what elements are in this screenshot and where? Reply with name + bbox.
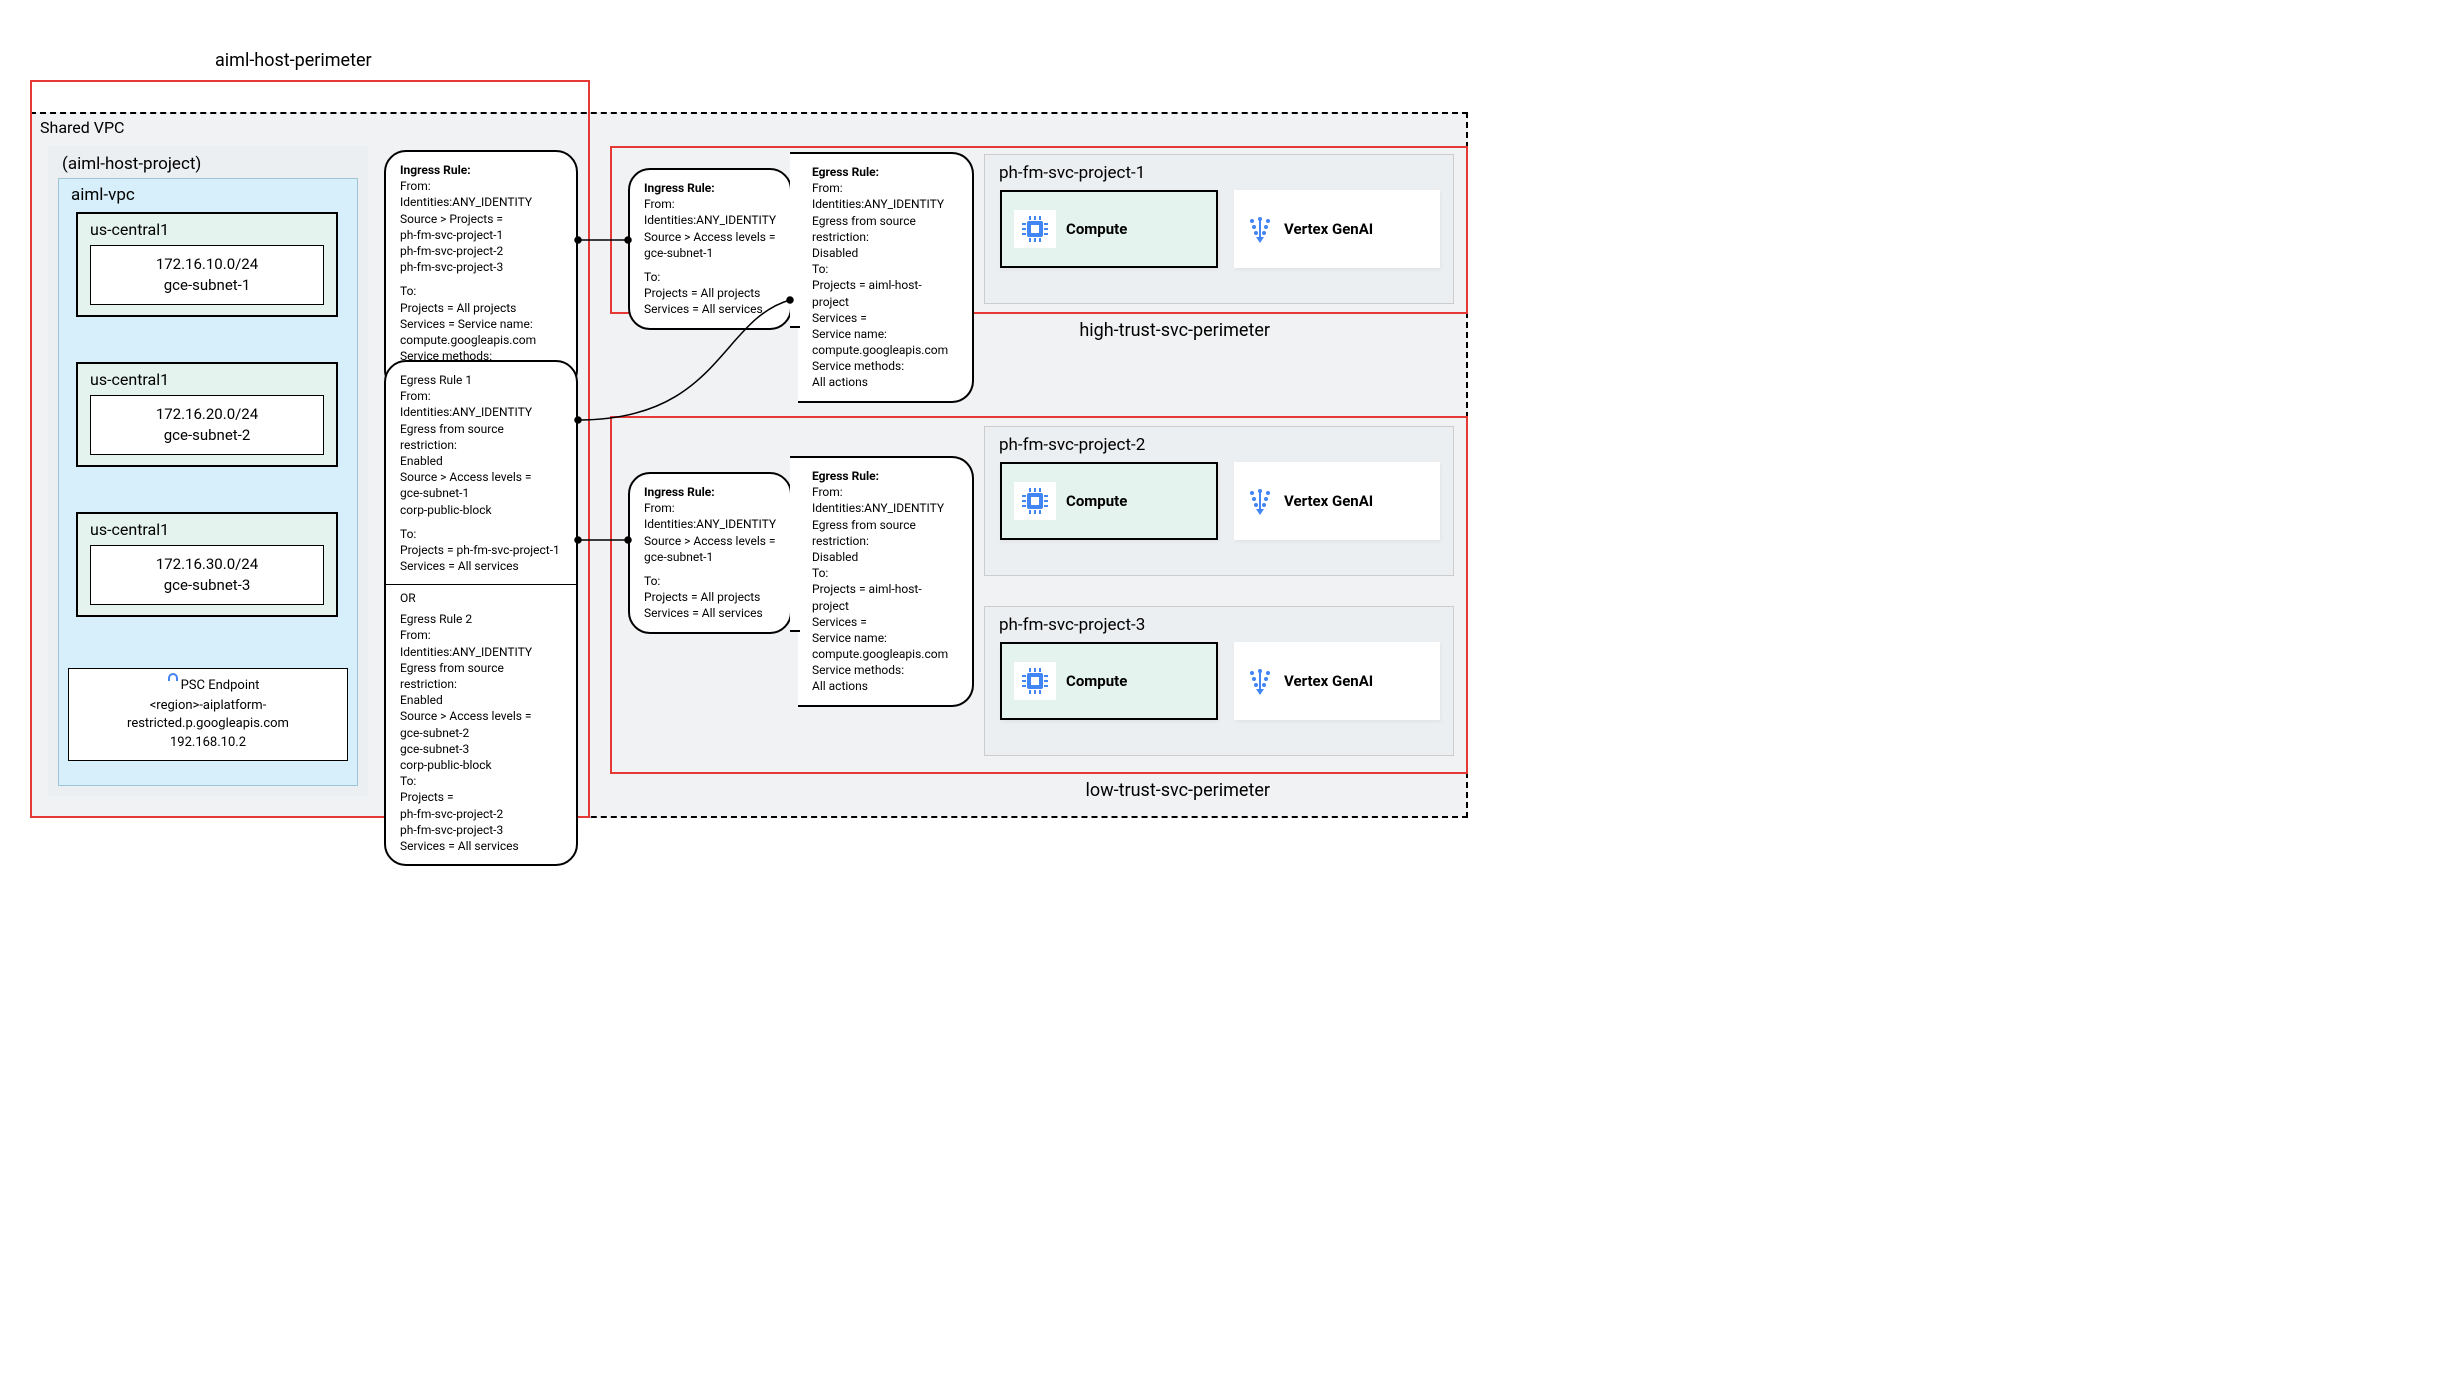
host-ingress-title: Ingress Rule: [400, 162, 562, 178]
vertex-ai-icon [1246, 215, 1274, 243]
low-egress-title: Egress Rule: [812, 468, 958, 484]
vertex-ai-icon [1246, 667, 1274, 695]
subnet-3-cidr: 172.16.30.0/24 [105, 554, 309, 575]
subnet-1-details: 172.16.10.0/24 gce-subnet-1 [90, 245, 324, 305]
compute-engine-icon [1022, 668, 1048, 694]
svc-project-2-vertex-label: Vertex GenAI [1284, 492, 1373, 510]
low-trust-egress-rule: Egress Rule: From:Identities:ANY_IDENTIT… [798, 456, 974, 707]
svc-project-3-vertex: Vertex GenAI [1234, 642, 1440, 720]
high-trust-egress-rule: Egress Rule: From:Identities:ANY_IDENTIT… [798, 152, 974, 403]
svc-project-1-vertex: Vertex GenAI [1234, 190, 1440, 268]
svc-project-3-compute-label: Compute [1066, 672, 1127, 690]
subnet-2: us-central1 172.16.20.0/24 gce-subnet-2 [76, 362, 338, 467]
subnet-2-details: 172.16.20.0/24 gce-subnet-2 [90, 395, 324, 455]
high-rule-join [790, 152, 800, 328]
host-egress-or-label: OR [386, 584, 576, 607]
svc-project-2-compute-label: Compute [1066, 492, 1127, 510]
psc-endpoint-host: <region>-aiplatform-restricted.p.googlea… [75, 697, 341, 733]
svc-project-1-compute: Compute [1000, 190, 1218, 268]
svc-project-2-vertex: Vertex GenAI [1234, 462, 1440, 540]
high-trust-perimeter-label: high-trust-svc-perimeter [1079, 320, 1270, 341]
subnet-3-name: gce-subnet-3 [105, 575, 309, 596]
low-trust-ingress-rule: Ingress Rule: From:Identities:ANY_IDENTI… [628, 472, 792, 634]
host-egress1-body: From:Identities:ANY_IDENTITYEgress from … [400, 388, 562, 574]
host-egress-rules: Egress Rule 1 From:Identities:ANY_IDENTI… [384, 360, 578, 866]
subnet-3-details: 172.16.30.0/24 gce-subnet-3 [90, 545, 324, 605]
subnet-1-name: gce-subnet-1 [105, 275, 309, 296]
psc-endpoint-box: PSC Endpoint <region>-aiplatform-restric… [68, 668, 348, 761]
subnet-1-region: us-central1 [90, 220, 324, 239]
svc-project-3-vertex-label: Vertex GenAI [1284, 672, 1373, 690]
svc-project-2-title: ph-fm-svc-project-2 [999, 435, 1145, 455]
subnet-2-cidr: 172.16.20.0/24 [105, 404, 309, 425]
subnet-2-region: us-central1 [90, 370, 324, 389]
host-ingress-body: From:Identities:ANY_IDENTITYSource > Pro… [400, 178, 562, 380]
vertex-ai-icon [1246, 487, 1274, 515]
subnet-3-region: us-central1 [90, 520, 324, 539]
svc-project-1-compute-label: Compute [1066, 220, 1127, 238]
svc-project-1-vertex-label: Vertex GenAI [1284, 220, 1373, 238]
host-egress2-body: From:Identities:ANY_IDENTITYEgress from … [400, 627, 562, 854]
subnet-2-name: gce-subnet-2 [105, 425, 309, 446]
compute-engine-icon [1022, 488, 1048, 514]
high-trust-ingress-rule: Ingress Rule: From:Identities:ANY_IDENTI… [628, 168, 792, 330]
svc-project-2-compute: Compute [1000, 462, 1218, 540]
svc-project-1-title: ph-fm-svc-project-1 [999, 163, 1145, 183]
high-ingress-title: Ingress Rule: [644, 180, 776, 196]
aiml-vpc-title: aiml-vpc [71, 185, 135, 205]
psc-endpoint-ip: 192.168.10.2 [75, 734, 341, 752]
psc-endpoint-title: PSC Endpoint [181, 677, 260, 695]
high-egress-title: Egress Rule: [812, 164, 958, 180]
low-trust-perimeter-label: low-trust-svc-perimeter [1086, 780, 1271, 801]
host-egress1-title: Egress Rule 1 [400, 372, 562, 388]
compute-engine-icon [1022, 216, 1048, 242]
low-ingress-body: From:Identities:ANY_IDENTITYSource > Acc… [644, 500, 776, 621]
host-egress2-title: Egress Rule 2 [400, 611, 562, 627]
low-ingress-title: Ingress Rule: [644, 484, 776, 500]
subnet-3: us-central1 172.16.30.0/24 gce-subnet-3 [76, 512, 338, 617]
low-egress-body: From:Identities:ANY_IDENTITYEgress from … [812, 484, 958, 694]
low-rule-join [790, 456, 800, 632]
aiml-host-perimeter-label: aiml-host-perimeter [215, 50, 372, 71]
architecture-diagram: aiml-host-perimeter Shared VPC high-trus… [20, 20, 1500, 840]
aiml-host-project-title: (aiml-host-project) [62, 154, 201, 174]
subnet-1: us-central1 172.16.10.0/24 gce-subnet-1 [76, 212, 338, 317]
high-egress-body: From:Identities:ANY_IDENTITYEgress from … [812, 180, 958, 390]
shared-vpc-title: Shared VPC [40, 118, 124, 137]
svc-project-3-compute: Compute [1000, 642, 1218, 720]
svc-project-3-title: ph-fm-svc-project-3 [999, 615, 1145, 635]
high-ingress-body: From:Identities:ANY_IDENTITYSource > Acc… [644, 196, 776, 317]
subnet-1-cidr: 172.16.10.0/24 [105, 254, 309, 275]
host-ingress-rule: Ingress Rule: From:Identities:ANY_IDENTI… [384, 150, 578, 392]
